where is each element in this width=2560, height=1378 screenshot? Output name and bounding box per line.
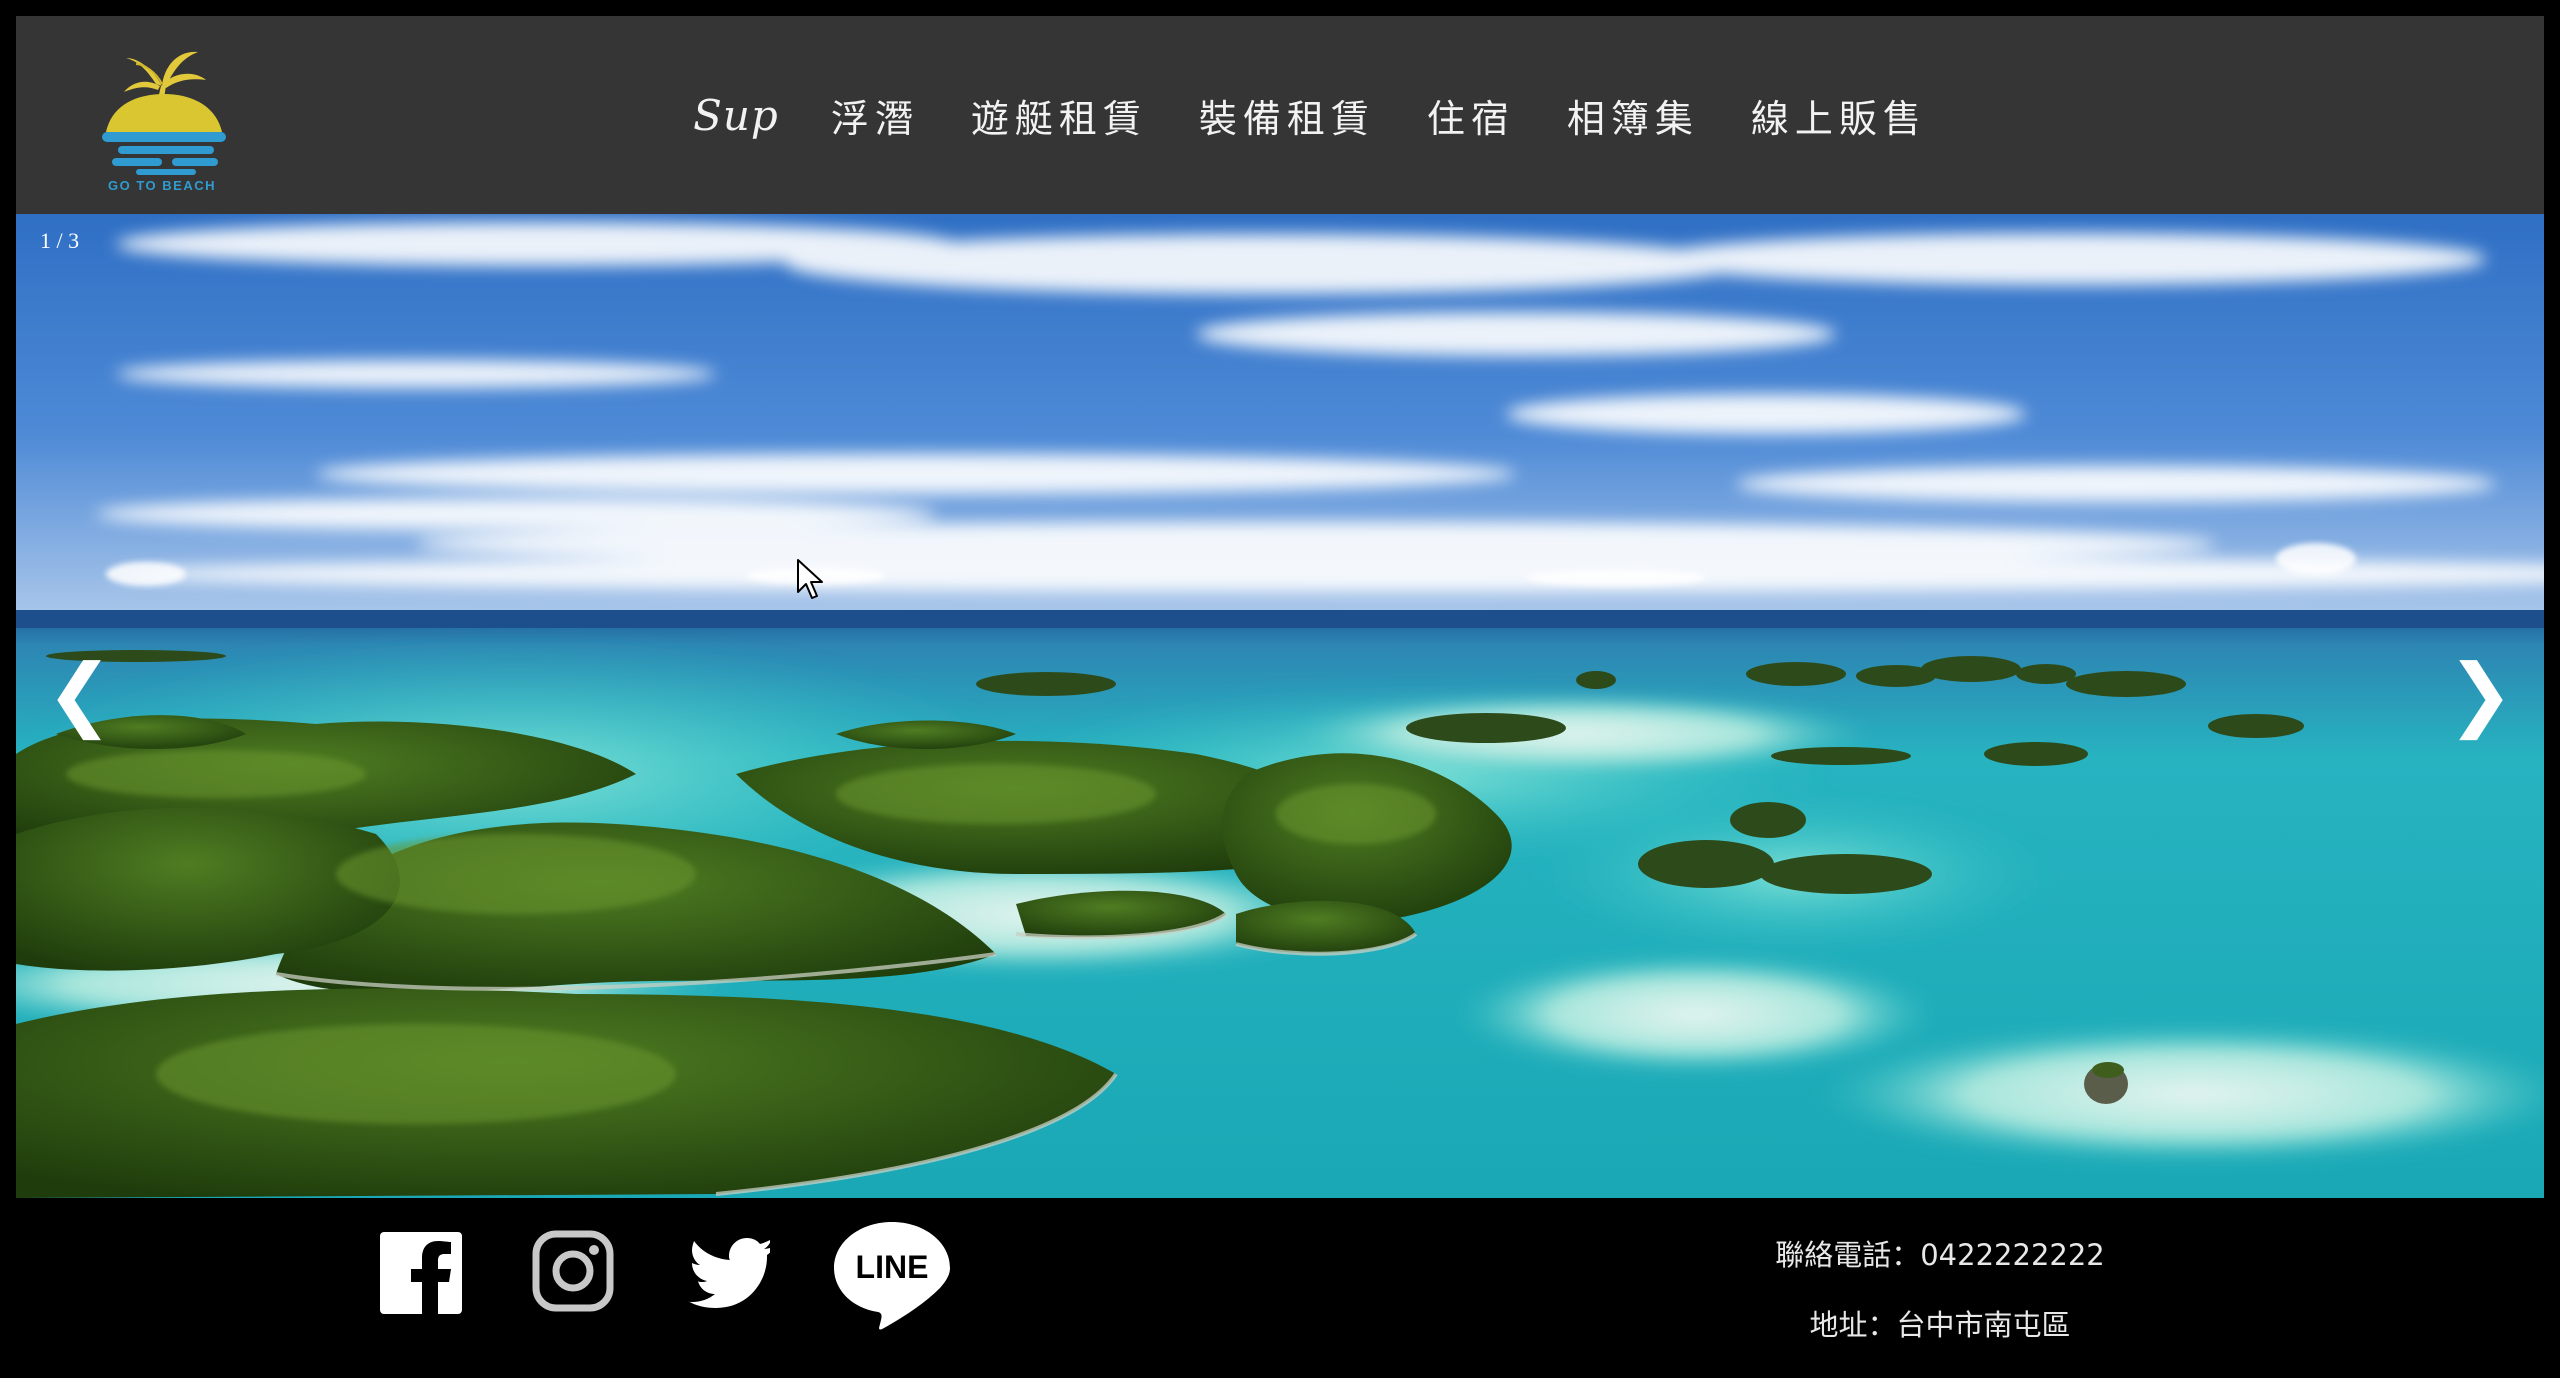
facebook-link[interactable] bbox=[380, 1232, 462, 1318]
instagram-link[interactable] bbox=[532, 1230, 614, 1316]
prev-slide-arrow[interactable]: ❮ bbox=[46, 654, 113, 734]
nav-item-snorkeling[interactable]: 浮潛 bbox=[831, 88, 919, 143]
nav-item-yacht-rental[interactable]: 遊艇租賃 bbox=[971, 88, 1147, 143]
line-link[interactable]: LINE bbox=[832, 1218, 952, 1334]
site-header: GO TO BEACH Sup 浮潛 遊艇租賃 裝備租賃 住宿 相簿集 線上販售 bbox=[16, 16, 2544, 214]
contact-phone: 聯絡電話：0422222222 bbox=[1775, 1238, 2105, 1272]
facebook-icon bbox=[380, 1232, 462, 1314]
nav-item-accommodation[interactable]: 住宿 bbox=[1427, 88, 1515, 143]
nav-item-equipment-rental[interactable]: 裝備租賃 bbox=[1199, 88, 1375, 143]
contact-address: 地址：台中市南屯區 bbox=[1809, 1308, 2071, 1342]
mouse-cursor-icon bbox=[797, 559, 823, 599]
main-nav: Sup 浮潛 遊艇租賃 裝備租賃 住宿 相簿集 線上販售 bbox=[16, 16, 2544, 214]
twitter-icon bbox=[688, 1238, 774, 1308]
nav-item-albums[interactable]: 相簿集 bbox=[1567, 88, 1699, 143]
instagram-icon bbox=[532, 1230, 614, 1312]
next-slide-arrow[interactable]: ❯ bbox=[2447, 654, 2514, 734]
nav-item-sup[interactable]: Sup bbox=[693, 91, 779, 140]
hero-slideshow: 1 / 3 ❮ ❯ bbox=[16, 214, 2544, 1198]
line-icon-label: LINE bbox=[856, 1249, 929, 1285]
slide-counter: 1 / 3 bbox=[40, 228, 80, 253]
nav-item-online-store[interactable]: 線上販售 bbox=[1751, 88, 1927, 143]
island-lagoon-photo bbox=[16, 214, 2544, 1198]
line-icon: LINE bbox=[834, 1222, 950, 1330]
site-footer: LINE 聯絡電話：0422222222 地址：台中市南屯區 bbox=[0, 1198, 2560, 1378]
twitter-link[interactable] bbox=[688, 1238, 774, 1312]
